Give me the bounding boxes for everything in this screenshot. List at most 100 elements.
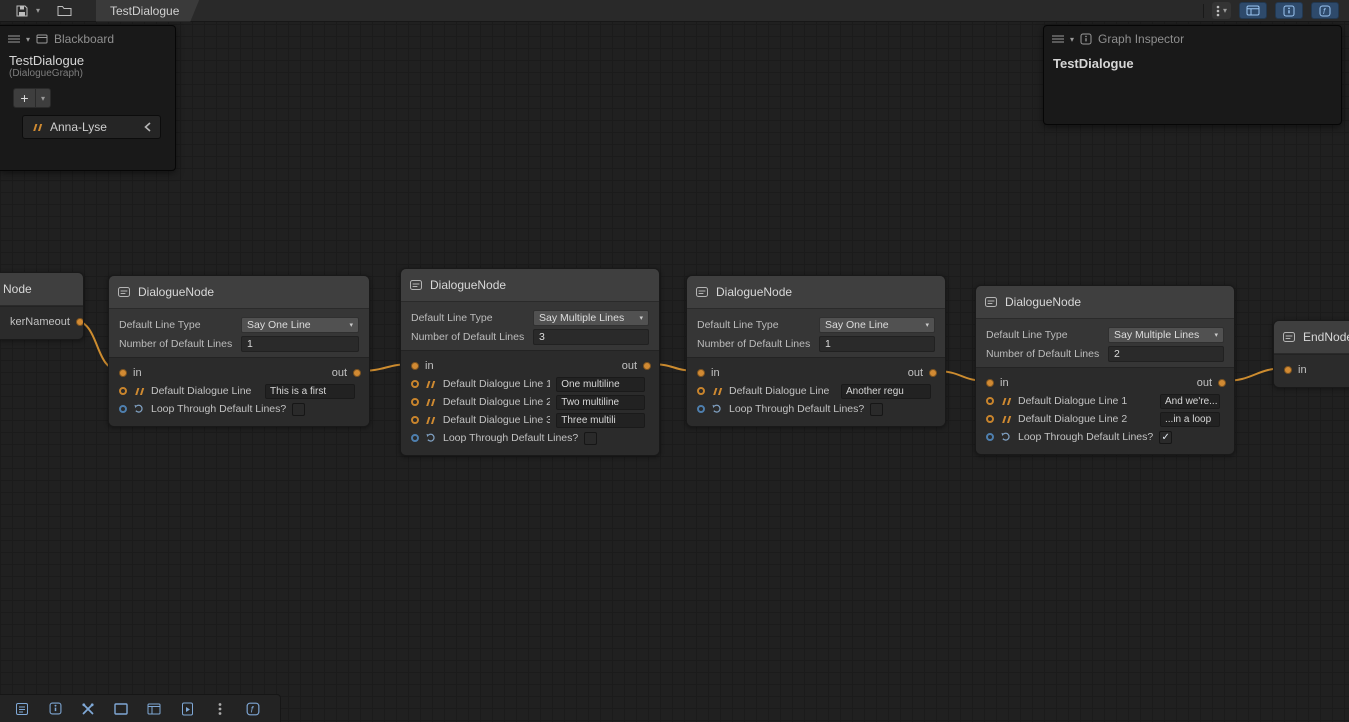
out-port-dot[interactable] [76, 318, 84, 326]
inspector-header[interactable]: ▾ Graph Inspector [1044, 26, 1341, 50]
graph-node[interactable]: DialogueNodeDefault Line TypeSay Multipl… [400, 268, 660, 456]
node-type-icon [409, 278, 423, 292]
collapse-caret-icon[interactable]: ▾ [26, 35, 30, 44]
blackboard-field[interactable]: Anna-Lyse [22, 115, 161, 139]
dropdown[interactable]: Say One Line▾ [819, 317, 935, 333]
property-row: Number of Default Lines3 [411, 329, 649, 345]
graph-tab[interactable]: TestDialogue [96, 0, 199, 22]
row-port-dot[interactable] [119, 387, 127, 395]
text-field[interactable]: 3 [533, 329, 649, 345]
tools-button[interactable] [78, 699, 98, 719]
row-port-dot[interactable] [697, 387, 705, 395]
property-row: Default Line TypeSay One Line▾ [119, 317, 359, 333]
row-port-dot[interactable] [119, 405, 127, 413]
save-button[interactable] [12, 2, 32, 20]
row-port-dot[interactable] [411, 398, 419, 406]
text-field[interactable]: 2 [1108, 346, 1224, 362]
row-port-dot[interactable] [986, 397, 994, 405]
graph-node[interactable]: EndNodein [1273, 320, 1349, 388]
collapse-caret-icon[interactable]: ▾ [1070, 35, 1074, 44]
input-port[interactable]: in [697, 367, 720, 379]
more-menu-button[interactable]: ▾ [1212, 2, 1231, 19]
output-port[interactable]: out [55, 316, 84, 328]
node-port-area: inoutDefault Dialogue Line 1One multilin… [401, 350, 659, 455]
blackboard-header[interactable]: ▾ Blackboard [0, 26, 175, 50]
text-field[interactable]: 1 [241, 336, 359, 352]
input-port[interactable]: in [986, 377, 1009, 389]
save-dropdown-button[interactable]: ▾ [32, 2, 44, 20]
text-field[interactable]: Two multiline [556, 395, 645, 410]
play-doc-button[interactable] [177, 699, 197, 719]
graph-node[interactable]: DialogueNodeDefault Line TypeSay One Lin… [686, 275, 946, 427]
input-port[interactable]: in [1284, 364, 1307, 376]
more-button[interactable] [210, 699, 230, 719]
dropdown[interactable]: Say One Line▾ [241, 317, 359, 333]
blackboard-panel: ▾ Blackboard TestDialogue (DialogueGraph… [0, 25, 176, 171]
node-title-bar: DialogueNode [976, 286, 1234, 319]
in-port-dot[interactable] [697, 369, 705, 377]
in-port-dot[interactable] [119, 369, 127, 377]
graph-node[interactable]: DialogueNode Default Line TypeSay One Lin… [108, 275, 370, 427]
info-button[interactable] [45, 699, 65, 719]
dropdown[interactable]: Say Multiple Lines▾ [1108, 327, 1224, 343]
node-title-label: DialogueNode [138, 285, 214, 299]
output-port[interactable]: out [332, 367, 361, 379]
row-port-dot[interactable] [986, 415, 994, 423]
input-port[interactable]: kerName [10, 316, 55, 328]
add-property-dropdown[interactable]: ▾ [36, 88, 51, 108]
row-port-dot[interactable] [411, 434, 419, 442]
checkbox[interactable]: ✓ [1159, 431, 1172, 444]
svg-text:f: f [251, 704, 255, 714]
in-port-dot[interactable] [411, 362, 419, 370]
chevron-down-icon: ▾ [349, 321, 353, 329]
hamburger-icon[interactable] [1052, 35, 1064, 43]
text-field[interactable]: And we're... [1160, 394, 1220, 409]
toggle-script-button[interactable]: f [1311, 2, 1339, 19]
console-icon [15, 702, 29, 716]
open-folder-button[interactable] [54, 2, 74, 20]
out-port-dot[interactable] [643, 362, 651, 370]
frame-button[interactable] [111, 699, 131, 719]
out-port-dot[interactable] [929, 369, 937, 377]
output-port[interactable]: out [908, 367, 937, 379]
dropdown[interactable]: Say Multiple Lines▾ [533, 310, 649, 326]
text-field[interactable]: One multiline [556, 377, 645, 392]
toggle-blackboard-button[interactable] [1239, 2, 1267, 19]
add-property-button[interactable]: + [13, 88, 36, 108]
node-row: Loop Through Default Lines? [109, 400, 369, 418]
graph-node[interactable]: DialogueNodeDefault Line TypeSay Multipl… [975, 285, 1235, 455]
node-properties: Default Line TypeSay Multiple Lines▾Numb… [401, 302, 659, 350]
text-field[interactable]: This is a first [265, 384, 355, 399]
row-port-dot[interactable] [411, 416, 419, 424]
play-doc-icon [181, 702, 194, 716]
output-port[interactable]: out [1197, 377, 1226, 389]
row-label: Default Dialogue Line 2 [443, 396, 550, 408]
toggle-inspector-button[interactable] [1275, 2, 1303, 19]
text-field[interactable]: Another regu [841, 384, 931, 399]
chevron-left-icon[interactable] [144, 122, 151, 132]
checkbox[interactable] [584, 432, 597, 445]
node-type-icon [1282, 330, 1296, 344]
text-field[interactable]: 1 [819, 336, 935, 352]
input-port[interactable]: in [119, 367, 142, 379]
port-main-row: in [1274, 361, 1349, 379]
out-port-dot[interactable] [1218, 379, 1226, 387]
hamburger-icon[interactable] [8, 35, 20, 43]
graph-node[interactable]: NodekerNameout [0, 272, 84, 340]
script-button[interactable]: f [243, 699, 263, 719]
input-port[interactable]: in [411, 360, 434, 372]
text-field[interactable]: ...in a loop [1160, 412, 1220, 427]
row-port-dot[interactable] [697, 405, 705, 413]
in-port-dot[interactable] [986, 379, 994, 387]
checkbox[interactable] [870, 403, 883, 416]
output-port[interactable]: out [622, 360, 651, 372]
row-port-dot[interactable] [986, 433, 994, 441]
out-port-dot[interactable] [353, 369, 361, 377]
row-port-dot[interactable] [411, 380, 419, 388]
checkbox[interactable] [292, 403, 305, 416]
property-row: Number of Default Lines1 [119, 336, 359, 352]
text-field[interactable]: Three multili [556, 413, 645, 428]
layout-button[interactable] [144, 699, 164, 719]
console-button[interactable] [12, 699, 32, 719]
in-port-dot[interactable] [1284, 366, 1292, 374]
